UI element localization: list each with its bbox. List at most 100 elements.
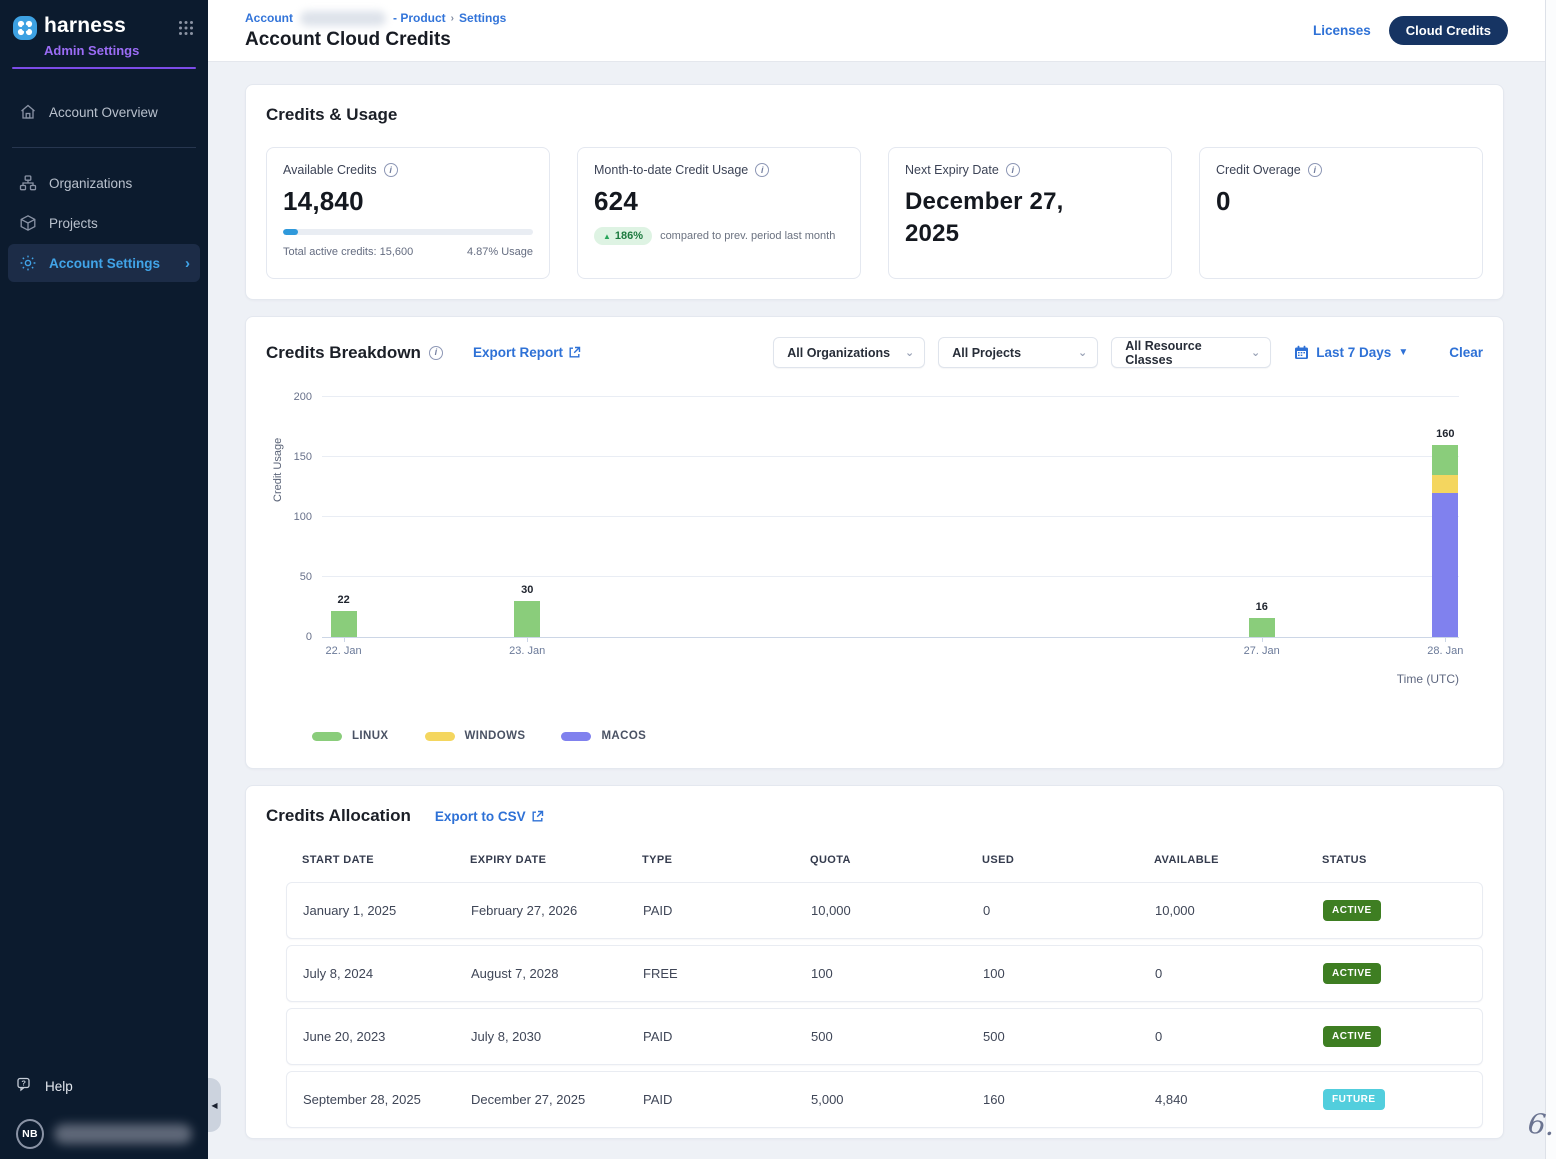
sidebar-item-account-settings[interactable]: Account Settings › [8, 244, 200, 282]
available-credits-value: 14,840 [283, 186, 533, 217]
column-header: QUOTA [810, 854, 982, 866]
bar-segment-linux [1249, 618, 1275, 637]
chevron-down-icon: ⌄ [1078, 346, 1087, 359]
info-icon[interactable]: i [384, 163, 398, 177]
app-grid-icon[interactable] [178, 20, 194, 41]
column-header: EXPIRY DATE [470, 854, 642, 866]
info-icon[interactable]: i [1006, 163, 1020, 177]
home-icon [18, 103, 37, 122]
sidebar-item-organizations[interactable]: Organizations [8, 164, 200, 202]
brand-name: harness [44, 14, 126, 38]
legend-item-macos[interactable]: MACOS [561, 730, 646, 742]
page-scrollbar-track[interactable] [1545, 0, 1556, 1159]
x-tick-mark [1445, 637, 1446, 642]
chart-bar-23Jan[interactable]: 30 [514, 601, 540, 637]
export-csv-link[interactable]: Export to CSV [435, 809, 544, 824]
chart-bar-22Jan[interactable]: 22 [331, 611, 357, 637]
cell-status: ACTIVE [1323, 900, 1466, 921]
sidebar-collapse-handle[interactable]: ◀ [208, 1078, 221, 1132]
y-tick-label: 0 [306, 631, 312, 643]
breadcrumb-account[interactable]: Account [245, 11, 293, 25]
legend-item-linux[interactable]: LINUX [312, 730, 389, 742]
x-tick-mark [527, 637, 528, 642]
status-badge: FUTURE [1323, 1089, 1385, 1110]
cell-available: 4,840 [1155, 1092, 1323, 1107]
cell-type: PAID [643, 1029, 811, 1044]
y-axis-title: Credit Usage [272, 438, 284, 502]
table-row[interactable]: June 20, 2023July 8, 2030PAID5005000ACTI… [286, 1008, 1483, 1065]
organizations-filter-dropdown[interactable]: All Organizations ⌄ [773, 337, 925, 368]
licenses-link[interactable]: Licenses [1313, 23, 1371, 38]
cell-type: PAID [643, 1092, 811, 1107]
next-expiry-value: December 27, 2025 [905, 186, 1095, 251]
delta-badge: ▲ 186% [594, 227, 652, 245]
bar-segment-linux [514, 601, 540, 637]
stat-label: Credit Overage [1216, 163, 1301, 177]
bar-total-label: 30 [521, 584, 533, 596]
credits-allocation-section: Credits Allocation Export to CSV START D… [245, 785, 1504, 1139]
info-icon[interactable]: i [1308, 163, 1322, 177]
sidebar-item-label: Account Overview [49, 105, 158, 120]
chart-plot-area: 0501001502002222. Jan3023. Jan1627. Jan1… [322, 398, 1459, 638]
x-axis-title: Time (UTC) [1397, 672, 1459, 686]
gridline [322, 516, 1459, 517]
sidebar-divider [12, 147, 196, 148]
chevron-down-icon: ⌄ [905, 346, 914, 359]
resource-classes-filter-dropdown[interactable]: All Resource Classes ⌄ [1111, 337, 1271, 368]
help-button[interactable]: ? Help [0, 1068, 208, 1105]
date-range-picker[interactable]: Last 7 Days ▼ [1294, 345, 1408, 360]
cell-used: 100 [983, 966, 1155, 981]
table-row[interactable]: July 8, 2024August 7, 2028FREE1001000ACT… [286, 945, 1483, 1002]
sidebar: harness Admin Settings Account Overview [0, 0, 208, 1159]
breadcrumb: Account - Product › Settings [245, 11, 506, 26]
allocation-table: START DATEEXPIRY DATETYPEQUOTAUSEDAVAILA… [286, 854, 1483, 1128]
legend-swatch [312, 732, 342, 741]
total-active-credits: Total active credits: 15,600 [283, 246, 413, 258]
sidebar-item-projects[interactable]: Projects [8, 204, 200, 242]
table-row[interactable]: January 1, 2025February 27, 2026PAID10,0… [286, 882, 1483, 939]
y-tick-label: 200 [294, 391, 312, 403]
cell-used: 160 [983, 1092, 1155, 1107]
chart-bar-28Jan[interactable]: 160 [1432, 445, 1458, 637]
status-badge: ACTIVE [1323, 963, 1381, 984]
credits-breakdown-section: Credits Breakdown i Export Report All Or… [245, 316, 1504, 769]
available-credits-card: Available Credits i 14,840 Total active … [266, 147, 550, 279]
clear-filters-link[interactable]: Clear [1449, 345, 1483, 360]
table-row[interactable]: September 28, 2025December 27, 2025PAID5… [286, 1071, 1483, 1128]
calendar-icon [1294, 345, 1309, 360]
delta-percent: 186% [615, 230, 643, 242]
bar-total-label: 22 [337, 594, 349, 606]
info-icon[interactable]: i [429, 346, 443, 360]
legend-item-windows[interactable]: WINDOWS [425, 730, 526, 742]
cell-type: FREE [643, 966, 811, 981]
cell-used: 0 [983, 903, 1155, 918]
stat-label: Next Expiry Date [905, 163, 999, 177]
gear-icon [18, 254, 37, 273]
y-tick-label: 50 [300, 571, 312, 583]
projects-filter-dropdown[interactable]: All Projects ⌄ [938, 337, 1098, 368]
breadcrumb-settings[interactable]: Settings [459, 11, 506, 25]
cell-type: PAID [643, 903, 811, 918]
date-range-value: Last 7 Days [1316, 345, 1391, 360]
bar-total-label: 160 [1436, 428, 1454, 440]
credit-overage-value: 0 [1216, 186, 1466, 217]
x-tick-label: 28. Jan [1427, 645, 1463, 657]
breadcrumb-product[interactable]: - Product [393, 11, 446, 25]
export-report-link[interactable]: Export Report [473, 345, 581, 360]
chart-legend: LINUX WINDOWS MACOS [312, 730, 1483, 742]
gridline [322, 396, 1459, 397]
gridline [322, 456, 1459, 457]
chart-bar-27Jan[interactable]: 16 [1249, 618, 1275, 637]
up-triangle-icon: ▲ [603, 232, 611, 241]
legend-label: WINDOWS [465, 730, 526, 742]
avatar[interactable]: NB [16, 1119, 44, 1149]
sidebar-item-account-overview[interactable]: Account Overview [8, 93, 200, 131]
x-tick-mark [1262, 637, 1263, 642]
sidebar-item-label: Account Settings [49, 256, 160, 271]
cell-status: ACTIVE [1323, 1026, 1466, 1047]
column-header: START DATE [302, 854, 470, 866]
info-icon[interactable]: i [755, 163, 769, 177]
bar-segment-linux [1432, 445, 1458, 475]
cloud-credits-button[interactable]: Cloud Credits [1389, 16, 1508, 45]
x-tick-mark [344, 637, 345, 642]
